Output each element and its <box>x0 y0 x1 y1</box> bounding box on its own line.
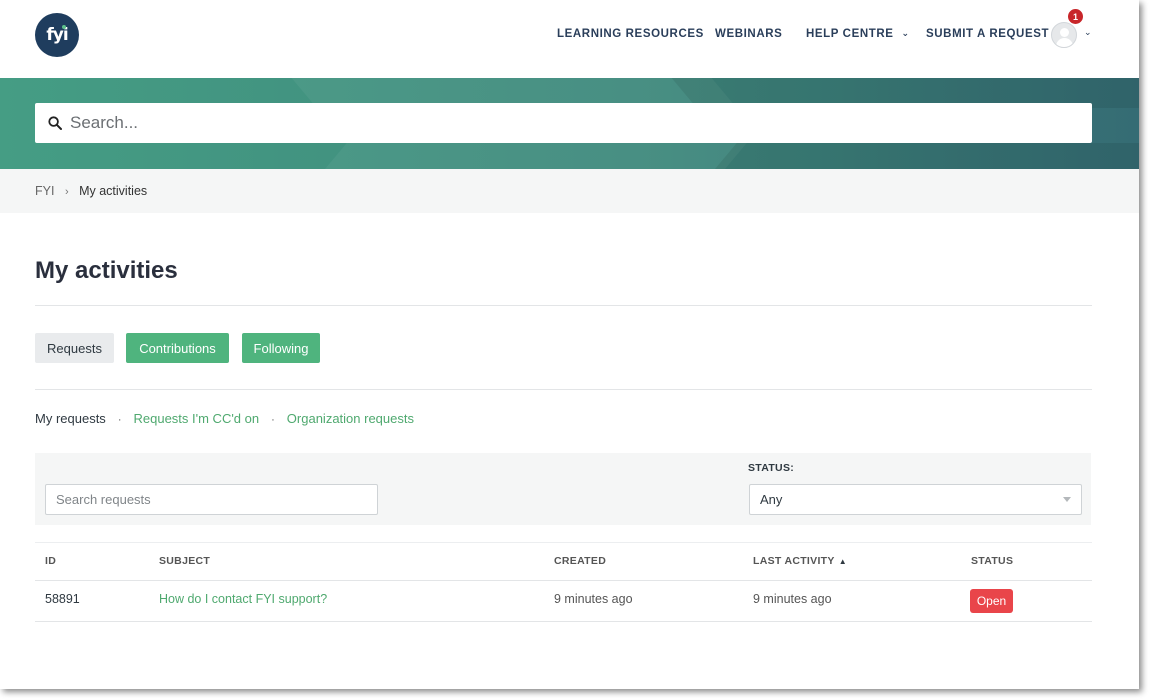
requests-filter-panel: STATUS: Any <box>35 453 1091 525</box>
avatar-head <box>1060 28 1069 37</box>
requests-subnav: My requests · Requests I'm CC'd on · Organiz… <box>35 411 414 426</box>
nav-webinars[interactable]: WEBINARS <box>715 28 782 40</box>
subnav-cc-requests[interactable]: Requests I'm CC'd on <box>133 411 259 426</box>
tab-contributions[interactable]: Contributions <box>126 333 229 363</box>
subnav-my-requests: My requests <box>35 411 106 426</box>
nav-learning-resources[interactable]: LEARNING RESOURCES <box>557 28 704 40</box>
hero-search-input[interactable] <box>70 105 1092 141</box>
breadcrumb: FYI › My activities <box>35 184 147 198</box>
breadcrumb-current: My activities <box>79 184 148 198</box>
column-header-last-activity[interactable]: LAST ACTIVITY ▲ <box>753 555 847 567</box>
tab-requests[interactable]: Requests <box>35 333 114 363</box>
request-last-activity: 9 minutes ago <box>753 592 832 606</box>
notification-badge[interactable]: 1 <box>1067 8 1084 25</box>
request-subject-link[interactable]: How do I contact FYI support? <box>159 592 327 606</box>
search-icon <box>48 116 62 130</box>
chevron-down-icon: ⌄ <box>901 28 910 38</box>
request-id: 58891 <box>45 592 80 606</box>
subnav-organization-requests[interactable]: Organization requests <box>287 411 414 426</box>
sort-ascending-icon: ▲ <box>838 557 847 566</box>
nav-help-centre-label: HELP CENTRE <box>806 28 894 40</box>
hero-decoration <box>703 143 1139 169</box>
column-header-last-activity-label: LAST ACTIVITY <box>753 555 835 567</box>
fyi-logo[interactable]: fyi <box>35 13 79 57</box>
breadcrumb-separator: › <box>64 186 69 198</box>
column-header-created[interactable]: CREATED <box>554 555 606 567</box>
divider <box>35 305 1092 306</box>
user-avatar[interactable] <box>1051 22 1077 48</box>
breadcrumb-bar: FYI › My activities <box>0 169 1139 213</box>
page-title: My activities <box>35 257 178 284</box>
hero-decoration <box>313 143 747 169</box>
top-header: fyi LEARNING RESOURCES WEBINARS HELP CEN… <box>0 0 1139 78</box>
user-menu-chevron-icon[interactable]: ⌄ <box>1084 27 1092 38</box>
status-badge: Open <box>970 589 1013 613</box>
nav-submit-request[interactable]: SUBMIT A REQUEST <box>926 28 1049 40</box>
search-requests-input[interactable] <box>45 484 378 515</box>
table-row-divider <box>35 621 1092 622</box>
status-filter-value: Any <box>760 492 783 507</box>
divider <box>35 389 1092 390</box>
request-created: 9 minutes ago <box>554 592 633 606</box>
avatar-body <box>1056 38 1073 47</box>
column-header-id[interactable]: ID <box>45 555 56 567</box>
logo-dot <box>62 25 66 29</box>
column-header-subject[interactable]: SUBJECT <box>159 555 210 567</box>
dropdown-caret-icon <box>1063 497 1071 502</box>
hero-search-box <box>35 103 1092 143</box>
breadcrumb-root[interactable]: FYI <box>35 184 54 198</box>
subnav-separator: · <box>271 414 275 426</box>
table-top-border <box>35 542 1092 543</box>
tab-following[interactable]: Following <box>242 333 320 363</box>
status-filter-label: STATUS: <box>748 462 795 474</box>
status-filter-select[interactable]: Any <box>749 484 1082 515</box>
app-window: fyi LEARNING RESOURCES WEBINARS HELP CEN… <box>0 0 1139 689</box>
nav-help-centre[interactable]: HELP CENTRE ⌄ <box>806 28 910 40</box>
hero-banner <box>0 78 1139 169</box>
column-header-status[interactable]: STATUS <box>971 555 1013 567</box>
subnav-separator: · <box>117 414 122 426</box>
table-header-divider <box>35 580 1092 581</box>
